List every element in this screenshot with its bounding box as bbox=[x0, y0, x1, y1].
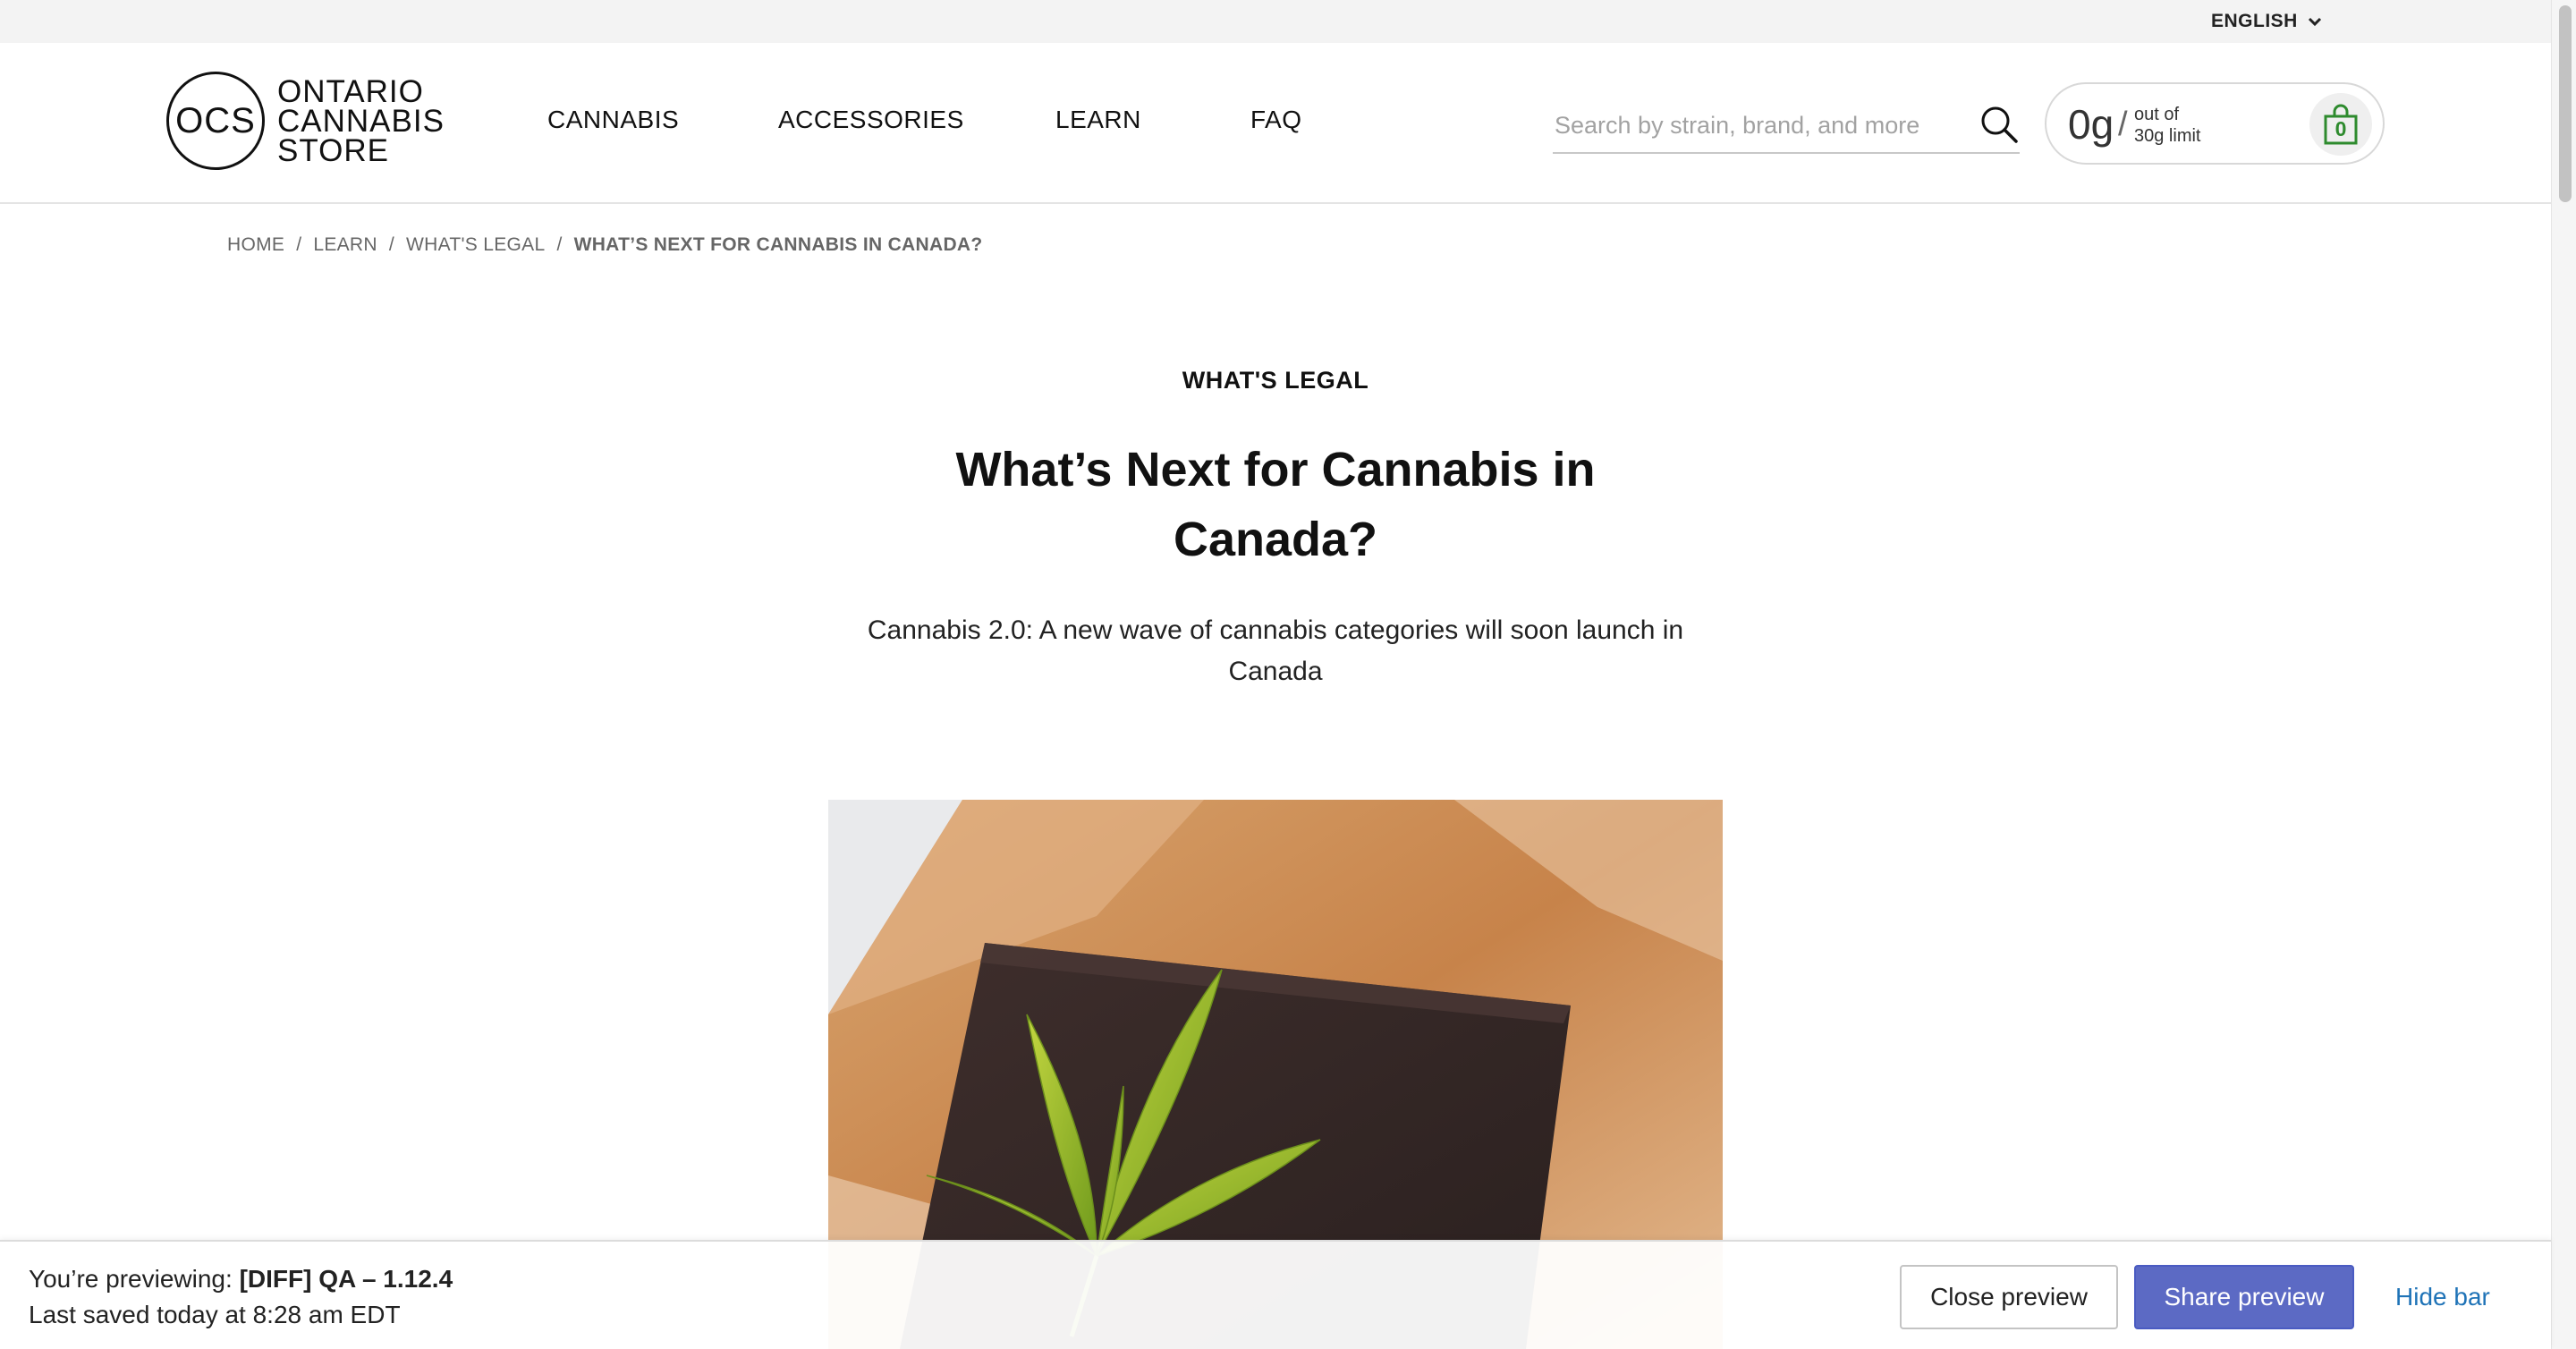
nav-item-cannabis[interactable]: CANNABIS bbox=[547, 106, 679, 134]
page-scrollbar[interactable] bbox=[2551, 0, 2576, 1349]
share-preview-button[interactable]: Share preview bbox=[2134, 1265, 2354, 1329]
nav-item-learn[interactable]: LEARN bbox=[1055, 106, 1141, 134]
chevron-down-icon bbox=[2308, 17, 2321, 27]
logo-line-3: STORE bbox=[277, 132, 389, 168]
logo-line-2: CANNABIS bbox=[277, 103, 445, 139]
preview-prefix: You’re previewing: bbox=[29, 1265, 233, 1293]
article-category: WHAT'S LEGAL bbox=[1182, 367, 1369, 394]
breadcrumb-learn[interactable]: LEARN bbox=[313, 234, 377, 256]
language-selector[interactable]: ENGLISH bbox=[2211, 11, 2323, 32]
search-button[interactable] bbox=[1979, 104, 2020, 145]
preview-saved-text: Last saved today at 8:28 am EDT bbox=[29, 1301, 401, 1328]
breadcrumb-current: WHAT’S NEXT FOR CANNABIS IN CANADA? bbox=[573, 234, 983, 255]
article-subtitle: Cannabis 2.0: A new wave of cannabis cat… bbox=[867, 615, 1684, 686]
nav-item-faq[interactable]: FAQ bbox=[1250, 106, 1302, 134]
cart-amount: 0g bbox=[2068, 101, 2114, 148]
site-logo[interactable]: OCS ONTARIO CANNABIS STORE bbox=[166, 72, 445, 170]
scrollbar-thumb[interactable] bbox=[2559, 5, 2572, 202]
search-box bbox=[1553, 100, 2020, 154]
cart-bag-button[interactable]: 0 bbox=[2309, 93, 2372, 156]
breadcrumb-home[interactable]: HOME bbox=[227, 234, 284, 256]
hide-bar-link[interactable]: Hide bar bbox=[2395, 1283, 2490, 1311]
breadcrumb-whats-legal[interactable]: WHAT'S LEGAL bbox=[406, 234, 545, 256]
preview-theme-line: You’re previewing: [DIFF] QA – 1.12.4 bbox=[29, 1265, 453, 1294]
cart-limit-line-1: out of bbox=[2134, 105, 2180, 124]
language-label: ENGLISH bbox=[2211, 11, 2298, 31]
logo-wordmark: ONTARIO CANNABIS STORE bbox=[277, 73, 445, 168]
cart-limit-button[interactable]: 0g / out of 30g limit 0 bbox=[2045, 82, 2385, 165]
logo-line-1: ONTARIO bbox=[277, 73, 424, 109]
breadcrumb-separator: / bbox=[556, 234, 563, 255]
breadcrumb-separator: / bbox=[296, 234, 302, 255]
breadcrumb-separator: / bbox=[388, 234, 395, 255]
search-input[interactable] bbox=[1553, 107, 1964, 143]
breadcrumb: HOME / LEARN / WHAT'S LEGAL / WHAT’S NEX… bbox=[227, 234, 983, 256]
cart-limit-text: out of 30g limit bbox=[2134, 104, 2200, 147]
cart-limit-line-2: 30g limit bbox=[2134, 126, 2201, 146]
logo-monogram: OCS bbox=[166, 72, 265, 170]
preview-bar: You’re previewing: [DIFF] QA – 1.12.4 La… bbox=[0, 1240, 2551, 1349]
nav-item-accessories[interactable]: ACCESSORIES bbox=[778, 106, 964, 134]
cart-count: 0 bbox=[2334, 117, 2347, 140]
search-icon bbox=[1981, 106, 2018, 143]
close-preview-button[interactable]: Close preview bbox=[1900, 1265, 2118, 1329]
site-header: OCS ONTARIO CANNABIS STORE CANNABIS ACCE… bbox=[0, 43, 2551, 204]
utility-bar: ENGLISH bbox=[0, 0, 2551, 43]
page-title: What’s Next for Cannabis in Canada? bbox=[955, 443, 1596, 566]
preview-theme-name: [DIFF] QA – 1.12.4 bbox=[239, 1265, 453, 1293]
cart-divider: / bbox=[2118, 106, 2128, 143]
